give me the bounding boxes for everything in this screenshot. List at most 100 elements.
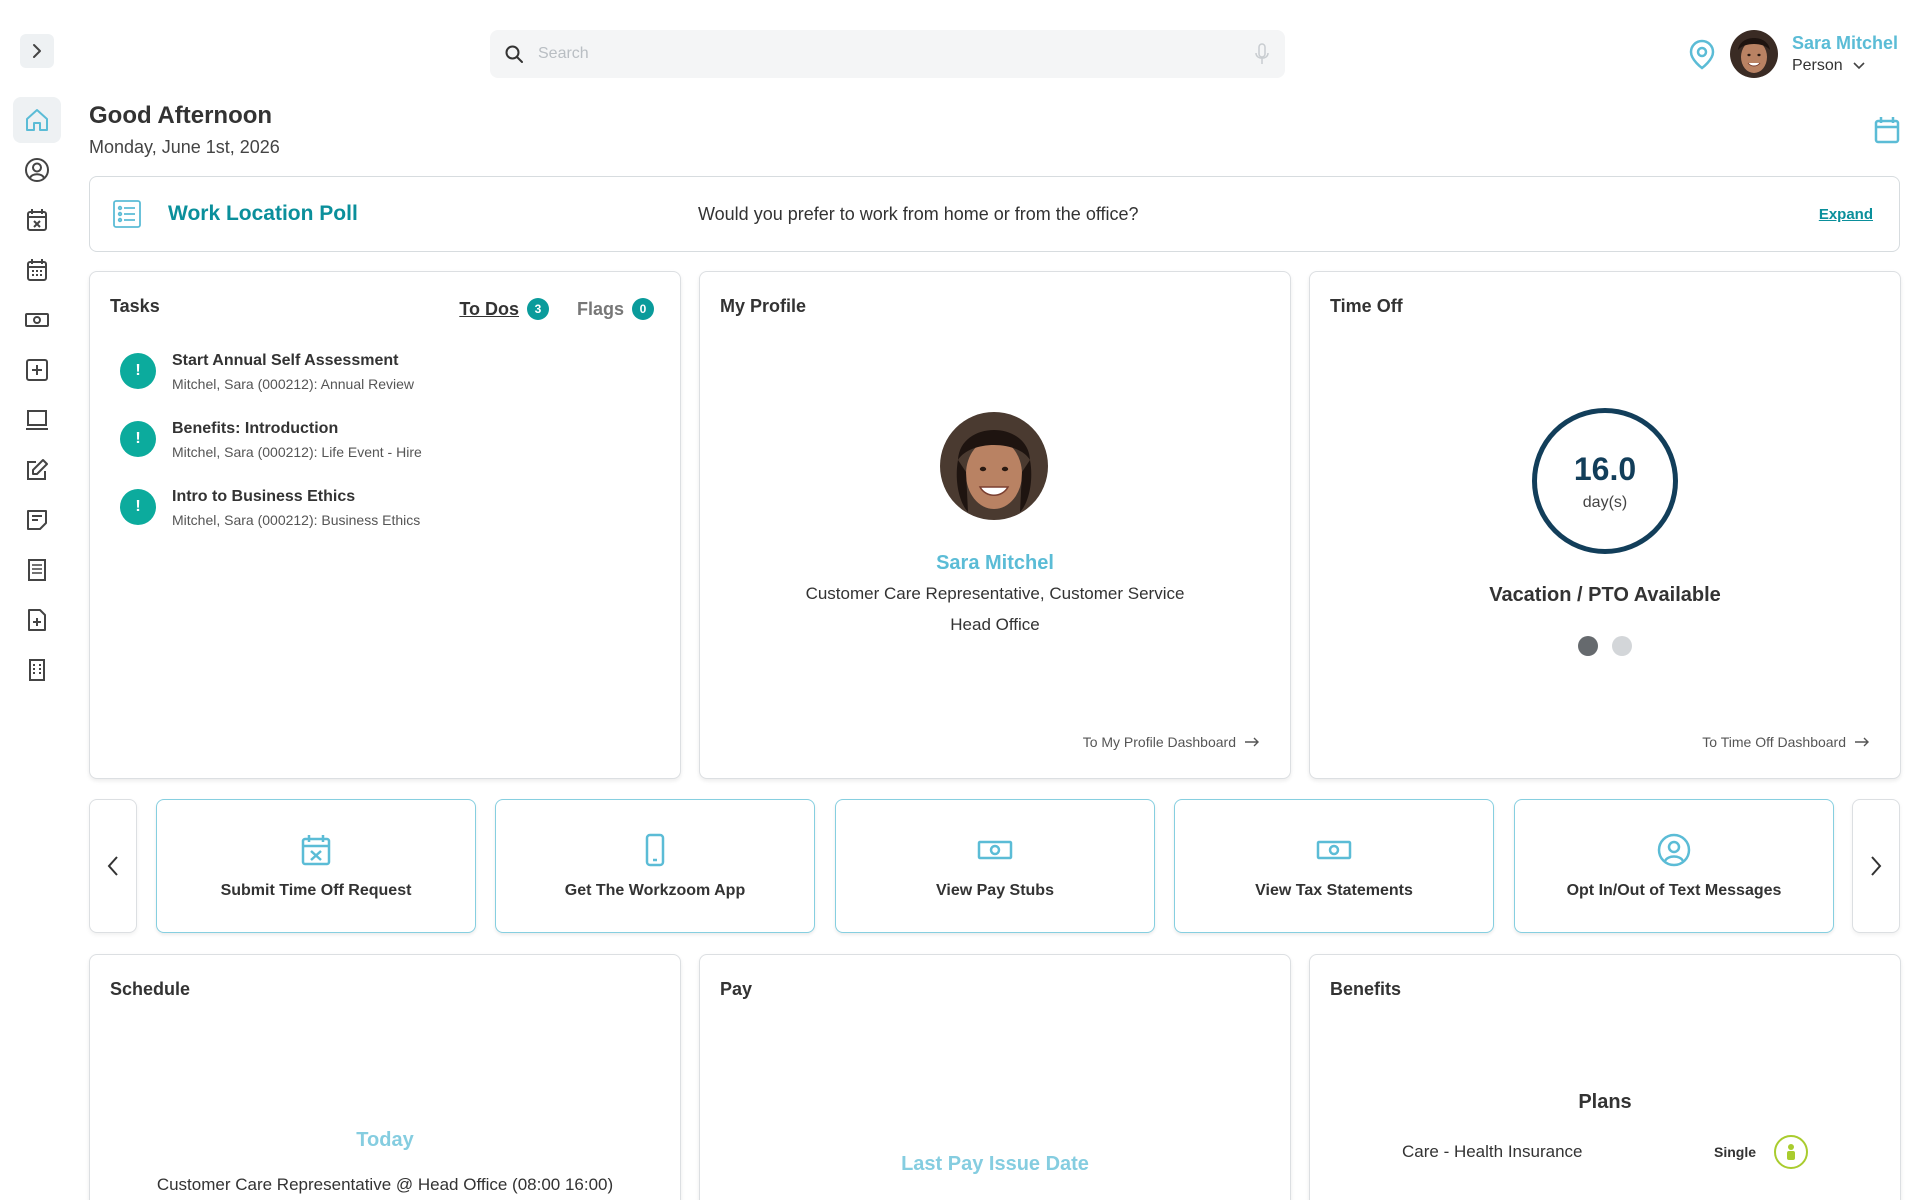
opt-in-out-text-messages-button[interactable]: Opt In/Out of Text Messages bbox=[1514, 799, 1834, 933]
calendar-x-icon bbox=[301, 835, 331, 866]
carousel-dot[interactable] bbox=[1612, 636, 1632, 656]
location-pin-icon[interactable] bbox=[1688, 38, 1716, 70]
plan-name: Care - Health Insurance bbox=[1402, 1142, 1583, 1161]
quick-link-label: Get The Workzoom App bbox=[564, 882, 746, 899]
user-info: Sara Mitchel Person bbox=[1792, 33, 1898, 75]
plans-title: Plans bbox=[1578, 1091, 1632, 1113]
time-off-label: Vacation / PTO Available bbox=[1489, 584, 1721, 606]
calendar-x-icon bbox=[27, 209, 47, 231]
get-workzoom-app-button[interactable]: Get The Workzoom App bbox=[495, 799, 815, 933]
arrow-right-icon bbox=[1245, 737, 1259, 747]
file-plus-icon bbox=[28, 609, 46, 631]
time-off-balance-ring: 16.0 day(s) bbox=[1532, 408, 1678, 554]
tasks-title: Tasks bbox=[110, 296, 160, 316]
poll-title: Work Location Poll bbox=[168, 202, 358, 225]
time-off-balance: 16.0 bbox=[1573, 450, 1637, 487]
task-list: ! Start Annual Self Assessment Mitchel, … bbox=[120, 352, 422, 556]
user-circle-icon bbox=[25, 158, 49, 182]
carousel-dot[interactable] bbox=[1578, 636, 1598, 656]
task-title: Intro to Business Ethics bbox=[172, 488, 356, 505]
pay-card-title: Pay bbox=[720, 979, 753, 999]
user-name: Sara Mitchel bbox=[1791, 33, 1898, 53]
tab-flags[interactable]: Flags 0 bbox=[577, 298, 654, 320]
quick-link-label: View Tax Statements bbox=[1255, 882, 1413, 899]
work-location-poll: Work Location Poll Would you prefer to w… bbox=[89, 176, 1900, 252]
task-subtitle: Mitchel, Sara (000212): Business Ethics bbox=[172, 512, 421, 528]
sidebar-item-home[interactable] bbox=[13, 97, 61, 143]
quick-links-prev-button[interactable] bbox=[89, 799, 137, 933]
document-list-icon bbox=[28, 559, 46, 581]
view-tax-statements-button[interactable]: View Tax Statements bbox=[1174, 799, 1494, 933]
expand-sidebar-button[interactable] bbox=[20, 34, 54, 68]
sidebar-item-notes[interactable] bbox=[13, 497, 61, 543]
arrow-right-icon bbox=[1855, 737, 1869, 747]
my-profile-card: My Profile Sara Mitchel Customer Care Re… bbox=[699, 271, 1291, 779]
time-off-dashboard-link[interactable]: To Time Off Dashboard bbox=[1702, 734, 1870, 750]
sidebar-item-schedule[interactable] bbox=[13, 247, 61, 293]
tab-todos-label: To Dos bbox=[459, 298, 519, 319]
sidebar-item-profile[interactable] bbox=[13, 147, 61, 193]
quick-links-next-button[interactable] bbox=[1852, 799, 1900, 933]
tab-todos[interactable]: To Dos 3 bbox=[459, 298, 549, 320]
quick-link-label: View Pay Stubs bbox=[936, 882, 1054, 899]
page-title: Good Afternoon bbox=[89, 102, 273, 129]
quick-link-label: Opt In/Out of Text Messages bbox=[1566, 882, 1782, 899]
phone-icon bbox=[645, 833, 665, 867]
poll-expand-link[interactable]: Expand bbox=[1819, 206, 1873, 223]
time-off-dashboard-label: To Time Off Dashboard bbox=[1702, 734, 1846, 750]
profile-dashboard-link[interactable]: To My Profile Dashboard bbox=[1083, 734, 1260, 750]
money-icon bbox=[1316, 840, 1352, 860]
schedule-card: Schedule Today Customer Care Representat… bbox=[89, 954, 681, 1200]
task-item[interactable]: ! Benefits: Introduction Mitchel, Sara (… bbox=[120, 420, 422, 488]
task-subtitle: Mitchel, Sara (000212): Annual Review bbox=[172, 376, 415, 392]
pay-card: Pay Last Pay Issue Date bbox=[699, 954, 1291, 1200]
quick-link-label: Submit Time Off Request bbox=[220, 882, 412, 899]
search-bar bbox=[490, 30, 1285, 78]
profile-photo bbox=[940, 412, 1048, 520]
sidebar-item-learning[interactable] bbox=[13, 397, 61, 443]
home-icon bbox=[26, 109, 48, 131]
tab-flags-label: Flags bbox=[576, 298, 624, 319]
task-title: Start Annual Self Assessment bbox=[172, 352, 399, 369]
profile-location: Head Office bbox=[950, 615, 1040, 634]
building-icon bbox=[29, 659, 45, 681]
task-title: Benefits: Introduction bbox=[172, 420, 339, 437]
plan-row[interactable]: Care - Health Insurance Single bbox=[1402, 1135, 1808, 1169]
microphone-icon[interactable] bbox=[1253, 42, 1271, 66]
sidebar-item-pay[interactable] bbox=[13, 297, 61, 343]
calendar-button[interactable] bbox=[1874, 116, 1900, 149]
chevron-left-icon bbox=[107, 856, 118, 876]
alert-icon: ! bbox=[120, 353, 156, 389]
user-role[interactable]: Person bbox=[1792, 57, 1898, 75]
profile-card-title: My Profile bbox=[720, 296, 807, 316]
view-pay-stubs-button[interactable]: View Pay Stubs bbox=[835, 799, 1155, 933]
sidebar-item-forms[interactable] bbox=[13, 597, 61, 643]
sidebar-item-benefits[interactable] bbox=[13, 347, 61, 393]
money-icon bbox=[25, 313, 49, 327]
user-menu[interactable]: Sara Mitchel Person bbox=[1688, 28, 1898, 80]
profile-name[interactable]: Sara Mitchel bbox=[700, 552, 1290, 575]
sidebar-item-company[interactable] bbox=[13, 647, 61, 693]
calendar-icon bbox=[1874, 117, 1900, 144]
task-item[interactable]: ! Intro to Business Ethics Mitchel, Sara… bbox=[120, 488, 422, 556]
poll-question: Would you prefer to work from home or fr… bbox=[698, 203, 1139, 224]
sidebar-item-time-off[interactable] bbox=[13, 197, 61, 243]
task-item[interactable]: ! Start Annual Self Assessment Mitchel, … bbox=[120, 352, 422, 420]
profile-dashboard-label: To My Profile Dashboard bbox=[1082, 734, 1236, 750]
plus-square-icon bbox=[26, 359, 48, 381]
search-icon bbox=[505, 45, 523, 63]
search-input[interactable] bbox=[538, 45, 1253, 63]
alert-icon: ! bbox=[120, 421, 156, 457]
time-off-card: Time Off 16.0 day(s) Vacation / PTO Avai… bbox=[1309, 271, 1901, 779]
sidebar-item-edit[interactable] bbox=[13, 447, 61, 493]
sidebar-item-documents[interactable] bbox=[13, 547, 61, 593]
monitor-icon bbox=[26, 410, 48, 430]
benefits-card: Benefits Plans Care - Health Insurance S… bbox=[1309, 954, 1901, 1200]
time-off-card-title: Time Off bbox=[1330, 296, 1403, 316]
task-subtitle: Mitchel, Sara (000212): Life Event - Hir… bbox=[172, 444, 422, 460]
plan-coverage: Single bbox=[1713, 1144, 1756, 1160]
last-pay-issue-date-label: Last Pay Issue Date bbox=[901, 1153, 1089, 1175]
avatar[interactable] bbox=[1729, 30, 1778, 78]
chevron-down-icon bbox=[1853, 62, 1865, 70]
submit-time-off-request-button[interactable]: Submit Time Off Request bbox=[156, 799, 476, 933]
